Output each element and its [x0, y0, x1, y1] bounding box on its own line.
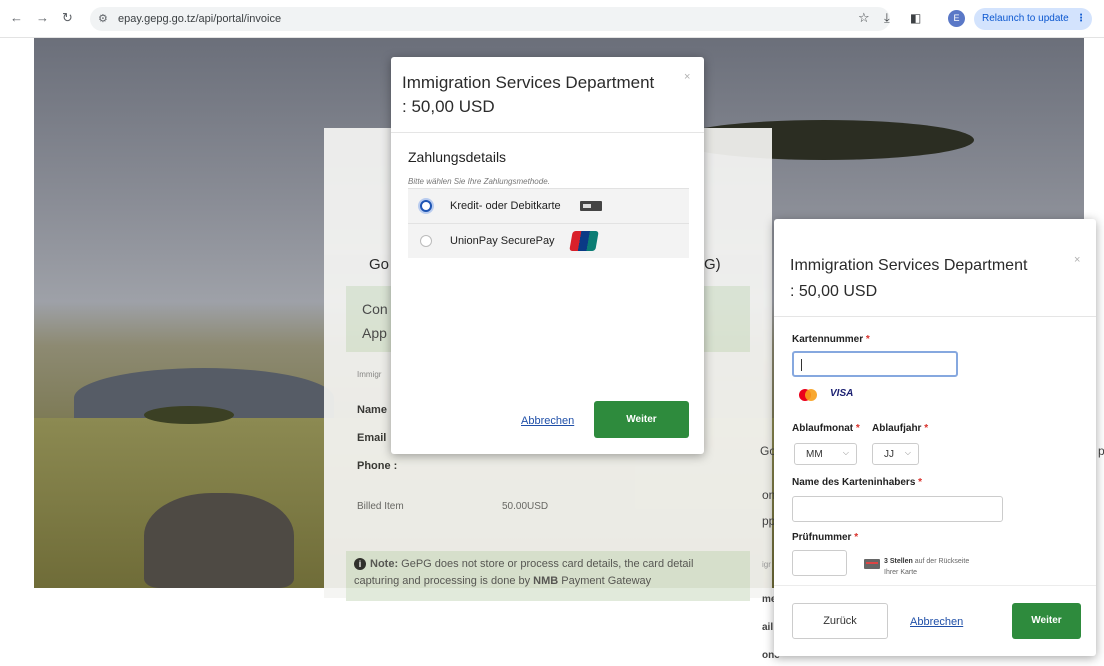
visa-logo: VISA: [830, 388, 854, 399]
bookmark-star-icon[interactable]: ☆: [858, 11, 870, 25]
close-icon[interactable]: ×: [684, 71, 690, 83]
exp-year-select[interactable]: JJ ⌵: [872, 443, 919, 465]
cvv-input[interactable]: [792, 550, 847, 576]
cancel-link[interactable]: Abbrechen: [910, 616, 963, 628]
billed-item-label: Billed Item: [357, 501, 404, 512]
profile-avatar[interactable]: E: [948, 10, 965, 27]
option-label: UnionPay SecurePay: [450, 235, 555, 247]
forward-arrow-icon[interactable]: →: [36, 10, 49, 26]
note-line-1: i Note: GePG does not store or process ca…: [354, 558, 693, 570]
unionpay-logo-icon: [569, 231, 599, 251]
payment-details-subtitle: Bitte wählen Sie Ihre Zahlungsmethode.: [408, 177, 550, 186]
next-button[interactable]: Weiter: [1012, 603, 1081, 639]
banner-text-2: App: [362, 325, 387, 341]
exp-month-select[interactable]: MM ⌵: [794, 443, 857, 465]
page-fragment: ail: [762, 622, 774, 633]
divider: [774, 316, 1096, 317]
select-value: MM: [806, 449, 823, 460]
side-panel-icon[interactable]: ◧: [910, 11, 921, 25]
page-fragment: p: [1098, 444, 1104, 458]
modal-amount: : 50,00 USD: [790, 283, 878, 300]
card-number-input[interactable]: [792, 351, 958, 377]
name-label: Name: [357, 404, 387, 416]
select-value: JJ: [884, 449, 894, 460]
url-text[interactable]: epay.gepg.go.tz/api/portal/invoice: [118, 13, 281, 25]
modal-title: Immigration Services Department: [790, 257, 1028, 274]
page-fragment: igr: [762, 560, 771, 569]
browser-toolbar: ← → ↻ ⚙ epay.gepg.go.tz/api/portal/invoi…: [0, 0, 1104, 38]
cvv-label: Prüfnummer *: [792, 532, 859, 543]
address-bar[interactable]: ⚙ epay.gepg.go.tz/api/portal/invoice: [90, 7, 890, 31]
tree-shape: [144, 406, 234, 424]
divider: [391, 132, 704, 133]
exp-month-label: Ablaufmonat *: [792, 423, 860, 434]
payment-details-heading: Zahlungsdetails: [408, 149, 507, 165]
service-label: Immigr: [357, 370, 382, 379]
cancel-link[interactable]: Abbrechen: [521, 415, 574, 427]
credit-card-icon: [580, 201, 602, 211]
modal-title: Immigration Services Department: [402, 73, 655, 92]
card-back-icon: [864, 559, 880, 569]
mastercard-icon: [799, 389, 817, 401]
page-title-fragment: Go: [369, 256, 390, 273]
option-label: Kredit- oder Debitkarte: [450, 200, 561, 212]
elephant-shape: [144, 493, 294, 588]
phone-label: Phone :: [357, 460, 398, 472]
option-credit-card[interactable]: Kredit- oder Debitkarte: [408, 188, 689, 223]
payment-method-modal: Immigration Services Department : 50,00 …: [391, 57, 704, 454]
card-holder-label: Name des Karteninhabers *: [792, 477, 923, 488]
radio-credit-card[interactable]: [420, 200, 432, 212]
back-arrow-icon[interactable]: ←: [10, 10, 23, 26]
card-details-modal: Immigration Services Department : 50,00 …: [774, 219, 1096, 656]
chevron-down-icon: ⌵: [904, 448, 911, 457]
reload-icon[interactable]: ↻: [62, 10, 73, 26]
download-icon[interactable]: ⤓: [884, 11, 890, 25]
relaunch-button[interactable]: Relaunch to update ⋮: [974, 8, 1092, 30]
card-number-label: Kartennummer *: [792, 334, 870, 345]
modal-amount: : 50,00 USD: [402, 97, 495, 116]
divider: [774, 585, 1096, 586]
card-holder-input[interactable]: [792, 496, 1003, 522]
info-icon: i: [354, 558, 366, 570]
close-icon[interactable]: ×: [1074, 254, 1080, 266]
back-button[interactable]: Zurück: [792, 603, 888, 639]
radio-unionpay[interactable]: [420, 235, 432, 247]
option-unionpay[interactable]: UnionPay SecurePay: [408, 223, 689, 258]
site-settings-icon[interactable]: ⚙: [98, 12, 108, 25]
cvv-hint: 3 Stellen auf der Rückseite Ihrer Karte: [884, 558, 970, 576]
exp-year-label: Ablaufjahr *: [872, 423, 929, 434]
billed-item-value: 50.00USD: [502, 501, 549, 512]
more-menu-icon[interactable]: ⋮: [1076, 8, 1086, 30]
relaunch-label: Relaunch to update: [982, 13, 1069, 24]
next-button[interactable]: Weiter: [594, 401, 689, 438]
note-line-2: capturing and processing is done by NMB …: [354, 575, 652, 587]
chevron-down-icon: ⌵: [842, 448, 849, 457]
banner-text-1: Con: [362, 301, 388, 317]
text-caret: [801, 359, 802, 371]
email-label: Email: [357, 432, 387, 444]
